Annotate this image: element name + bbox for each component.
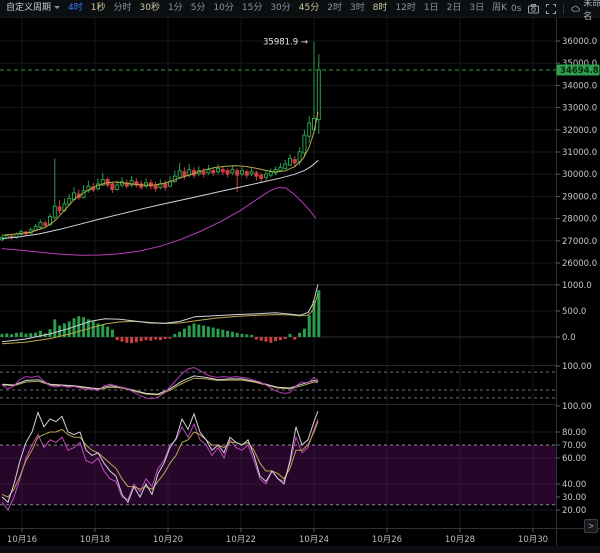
cloud-icon: [571, 4, 580, 13]
panel-expand-button[interactable]: >: [584, 519, 598, 533]
workspace-menu[interactable]: 未命名: [571, 0, 600, 22]
price-axis-label: 36000.0: [562, 37, 597, 47]
kdj-axis-label: 60.00: [562, 454, 586, 464]
time-axis-label: 10月20: [144, 533, 192, 545]
toolbar-right-cluster: 0s 未命名 下单: [511, 0, 600, 22]
time-axis-label: 10月24: [290, 533, 338, 545]
candles: [1, 41, 321, 241]
time-axis: 10月16 10月18 10月20 10月22 10月24 10月26 10月28 10月30: [0, 528, 600, 546]
volume-axis-label: 500.0: [562, 307, 586, 317]
fullscreen-icon[interactable]: [546, 4, 556, 14]
timeframe-button[interactable]: 15分: [238, 0, 266, 17]
candlestick-chart[interactable]: 35981.9 →36000.035000.034000.033000.0320…: [0, 0, 600, 553]
osc-line-yellow: [2, 378, 318, 395]
kdj-axis-label: 100.00: [562, 402, 592, 412]
kdj-axis-label: 20.00: [562, 506, 586, 516]
time-axis-label: 10月26: [363, 533, 411, 545]
bottom-strip: [0, 546, 600, 553]
countdown-label: 0s: [511, 4, 521, 14]
timeframe-button[interactable]: 10分: [209, 0, 237, 17]
price-axis-label: 28000.0: [562, 215, 597, 225]
volume-axis-label: 0.0: [562, 333, 576, 343]
timeframe-button[interactable]: 30秒: [136, 0, 164, 17]
timeframe-button[interactable]: 12时: [391, 0, 419, 17]
kdj-axis-label: 70.00: [562, 441, 586, 451]
trading-app-window: 自定义周期4时1秒分时30秒1分5分10分15分30分45分2时3时8时12时1…: [0, 0, 600, 553]
price-axis-label: 30000.0: [562, 170, 597, 180]
timeframe-button[interactable]: 1日: [420, 0, 443, 17]
timeframe-button[interactable]: 8时: [369, 0, 392, 17]
time-axis-label: 10月18: [71, 533, 119, 545]
time-axis-label: 10月16: [0, 533, 46, 545]
chart-toolbar: 自定义周期4时1秒分时30秒1分5分10分15分30分45分2时3时8时12时1…: [0, 0, 600, 18]
chart-area[interactable]: 35981.9 →36000.035000.034000.033000.0320…: [0, 0, 600, 553]
chevron-down-icon: [54, 6, 60, 12]
peak-price-label: 35981.9 →: [263, 37, 308, 47]
price-axis-label: 31000.0: [562, 148, 597, 158]
timeframe-button[interactable]: 分时: [109, 0, 135, 17]
timeframe-button[interactable]: 3时: [346, 0, 369, 17]
price-axis-label: 26000.0: [562, 259, 597, 269]
time-axis-label: 10月28: [436, 533, 484, 545]
toolbar-divider: [563, 4, 564, 14]
timeframe-list: 自定义周期4时1秒分时30秒1分5分10分15分30分45分2时3时8时12时1…: [0, 0, 511, 17]
timeframe-button[interactable]: 2时: [323, 0, 346, 17]
price-axis-label: 32000.0: [562, 126, 597, 136]
price-axis-label: 29000.0: [562, 192, 597, 202]
screenshot-icon[interactable]: [528, 4, 539, 14]
volume-bars: [1, 290, 321, 343]
price-axis-label: 27000.0: [562, 237, 597, 247]
custom-period-dropdown[interactable]: 自定义周期: [0, 0, 64, 17]
timeframe-button[interactable]: 1秒: [87, 0, 110, 17]
timeframe-button[interactable]: 4时: [64, 0, 87, 17]
time-axis-label: 10月22: [217, 533, 265, 545]
kdj-axis-label: 80.00: [562, 428, 586, 438]
osc-axis-label: 100.00: [562, 362, 592, 372]
volume-axis-label: 1000.0: [562, 281, 592, 291]
timeframe-button[interactable]: 30分: [266, 0, 294, 17]
price-axis-label: 33000.0: [562, 104, 597, 114]
kdj-axis-label: 40.00: [562, 480, 586, 490]
timeframe-button[interactable]: 周K: [488, 0, 511, 17]
timeframe-button[interactable]: 5分: [187, 0, 210, 17]
timeframe-button[interactable]: 1分: [164, 0, 187, 17]
timeframe-button[interactable]: 2日: [443, 0, 466, 17]
price-axis-label: 34000.0: [562, 81, 597, 91]
kdj-axis-label: 30.00: [562, 493, 586, 503]
time-axis-label: 10月30: [509, 533, 557, 545]
timeframe-button[interactable]: 45分: [295, 0, 323, 17]
current-price-text: 34694.8: [560, 66, 599, 76]
timeframe-button[interactable]: 3日: [465, 0, 488, 17]
workspace-name: 未命名: [583, 0, 600, 22]
